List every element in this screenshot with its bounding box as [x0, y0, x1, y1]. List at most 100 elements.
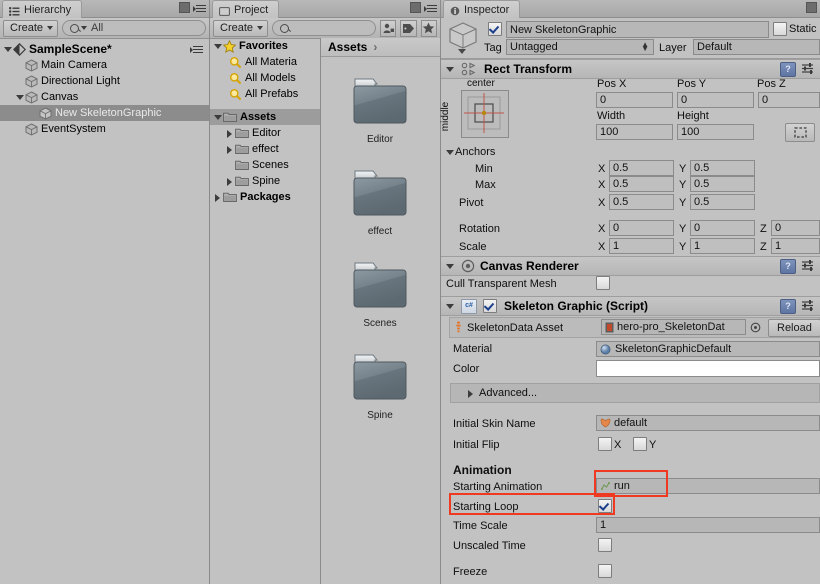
- favorites-expand-triangle[interactable]: [212, 38, 223, 54]
- asset-grid-item-editor[interactable]: Editor: [335, 75, 425, 145]
- project-tree-item-effect[interactable]: effect: [210, 141, 320, 157]
- hierarchy-menu-icon[interactable]: [193, 3, 206, 13]
- freeze-checkbox[interactable]: [598, 564, 612, 578]
- asset-grid-item-effect[interactable]: effect: [335, 167, 425, 237]
- canvas-renderer-header[interactable]: Canvas Renderer ?: [441, 256, 820, 276]
- rotation-y-field[interactable]: 0: [690, 220, 755, 236]
- hierarchy-search-input[interactable]: All: [62, 20, 206, 36]
- scale-z-field[interactable]: 1: [771, 238, 820, 254]
- scene-expand-triangle[interactable]: [2, 41, 13, 57]
- anchors-foldout[interactable]: Anchors: [444, 144, 495, 160]
- hierarchy-item-directional-light[interactable]: Directional Light: [0, 73, 209, 89]
- help-icon[interactable]: ?: [780, 299, 796, 314]
- anchors-foldout-triangle[interactable]: [444, 144, 455, 160]
- cull-transparent-mesh-checkbox[interactable]: [596, 276, 610, 290]
- scene-context-menu-icon[interactable]: [190, 44, 203, 54]
- tab-hierarchy[interactable]: Hierarchy: [2, 0, 83, 18]
- project-create-button[interactable]: Create: [213, 19, 269, 37]
- advanced-foldout[interactable]: Advanced...: [450, 383, 820, 403]
- project-tree-item-all-prefabs[interactable]: All Prefabs: [210, 86, 320, 102]
- packages-expand-triangle[interactable]: [212, 189, 223, 205]
- hierarchy-item-main-camera[interactable]: Main Camera: [0, 57, 209, 73]
- anchor-max-x-field[interactable]: 0.5: [609, 176, 674, 192]
- starting-animation-field[interactable]: run: [596, 478, 820, 494]
- label-tag-icon[interactable]: [400, 19, 417, 37]
- reload-button[interactable]: Reload: [768, 319, 820, 337]
- help-icon[interactable]: ?: [780, 259, 796, 274]
- breadcrumb-label[interactable]: Assets: [328, 40, 367, 54]
- unscaled-time-checkbox[interactable]: [598, 538, 612, 552]
- gear-icon[interactable]: [801, 299, 815, 312]
- project-tree-item-spine[interactable]: Spine: [210, 173, 320, 189]
- hierarchy-item-eventsystem[interactable]: EventSystem: [0, 121, 209, 137]
- starting-loop-checkbox[interactable]: [598, 499, 612, 513]
- scale-y-field[interactable]: 1: [690, 238, 755, 254]
- rect-transform-header[interactable]: Rect Transform ?: [441, 59, 820, 79]
- gear-icon[interactable]: [801, 259, 815, 272]
- layer-dropdown[interactable]: Default: [693, 39, 820, 55]
- canvas-renderer-foldout-triangle[interactable]: [444, 258, 456, 274]
- project-tree-item-scenes[interactable]: Scenes: [210, 157, 320, 173]
- pivot-x-field[interactable]: 0.5: [609, 194, 674, 210]
- tab-inspector[interactable]: Inspector: [443, 0, 521, 18]
- project-tree-item-all-models[interactable]: All Models: [210, 70, 320, 86]
- anchor-min-x-field[interactable]: 0.5: [609, 160, 674, 176]
- project-tree-item-all-materials[interactable]: All Materia: [210, 54, 320, 70]
- advanced-foldout-triangle[interactable]: [465, 385, 475, 401]
- object-enabled-checkbox[interactable]: [488, 22, 502, 36]
- object-name-field[interactable]: New SkeletonGraphic: [506, 21, 769, 38]
- lock-icon[interactable]: [410, 2, 421, 13]
- static-checkbox[interactable]: [773, 22, 787, 36]
- project-tree-item-favorites[interactable]: Favorites: [210, 38, 320, 54]
- skeleton-graphic-foldout-triangle[interactable]: [444, 298, 456, 314]
- asset-grid-item-spine[interactable]: Spine: [335, 351, 425, 421]
- initial-skin-name-field[interactable]: default: [596, 415, 820, 431]
- anchor-preset-widget[interactable]: [461, 90, 509, 138]
- flip-y-checkbox[interactable]: [633, 437, 647, 451]
- tag-dropdown[interactable]: Untagged ▲ ▼: [506, 39, 654, 55]
- skeletondata-asset-field[interactable]: hero-pro_SkeletonDat: [601, 319, 746, 335]
- object-picker-icon[interactable]: [750, 322, 761, 333]
- tab-project[interactable]: Project: [212, 0, 280, 18]
- rect-blueprint-button[interactable]: [785, 123, 815, 142]
- gear-icon[interactable]: [801, 62, 815, 75]
- avatar-mask-icon[interactable]: [380, 19, 397, 37]
- hierarchy-item-new-skeletongraphic[interactable]: New SkeletonGraphic: [0, 105, 209, 121]
- height-field[interactable]: 100: [677, 124, 754, 140]
- pivot-y-field[interactable]: 0.5: [690, 194, 755, 210]
- time-scale-field[interactable]: 1: [596, 517, 820, 533]
- hierarchy-scene-row[interactable]: SampleScene*: [0, 41, 209, 57]
- project-search-input[interactable]: [272, 20, 377, 36]
- spine-expand-triangle[interactable]: [224, 173, 235, 189]
- rotation-x-field[interactable]: 0: [609, 220, 674, 236]
- assets-expand-triangle[interactable]: [212, 109, 223, 125]
- skeleton-graphic-header[interactable]: c# Skeleton Graphic (Script) ?: [441, 296, 820, 316]
- canvas-expand-triangle[interactable]: [14, 89, 25, 105]
- project-tree-item-assets[interactable]: Assets: [210, 109, 320, 125]
- rotation-z-field[interactable]: 0: [771, 220, 820, 236]
- project-tree-item-packages[interactable]: Packages: [210, 189, 320, 205]
- asset-grid-item-scenes[interactable]: Scenes: [335, 259, 425, 329]
- color-swatch-field[interactable]: [596, 360, 820, 377]
- anchor-min-y-field[interactable]: 0.5: [690, 160, 755, 176]
- pos-y-field[interactable]: 0: [677, 92, 754, 108]
- effect-expand-triangle[interactable]: [224, 141, 235, 157]
- scale-x-field[interactable]: 1: [609, 238, 674, 254]
- project-tree-item-editor[interactable]: Editor: [210, 125, 320, 141]
- lock-icon[interactable]: [806, 2, 817, 13]
- favorite-star-icon[interactable]: [420, 19, 438, 37]
- rect-transform-foldout-triangle[interactable]: [444, 61, 456, 77]
- hierarchy-create-button[interactable]: Create: [3, 19, 59, 37]
- pos-z-field[interactable]: 0: [758, 92, 820, 108]
- anchor-max-y-field[interactable]: 0.5: [690, 176, 755, 192]
- hierarchy-item-canvas[interactable]: Canvas: [0, 89, 209, 105]
- material-field[interactable]: SkeletonGraphicDefault: [596, 341, 820, 357]
- pos-x-field[interactable]: 0: [596, 92, 673, 108]
- help-icon[interactable]: ?: [780, 62, 796, 77]
- lock-icon[interactable]: [179, 2, 190, 13]
- skeleton-graphic-enabled-checkbox[interactable]: [483, 299, 497, 313]
- flip-x-checkbox[interactable]: [598, 437, 612, 451]
- project-menu-icon[interactable]: [424, 3, 437, 13]
- width-field[interactable]: 100: [596, 124, 673, 140]
- editor-expand-triangle[interactable]: [224, 125, 235, 141]
